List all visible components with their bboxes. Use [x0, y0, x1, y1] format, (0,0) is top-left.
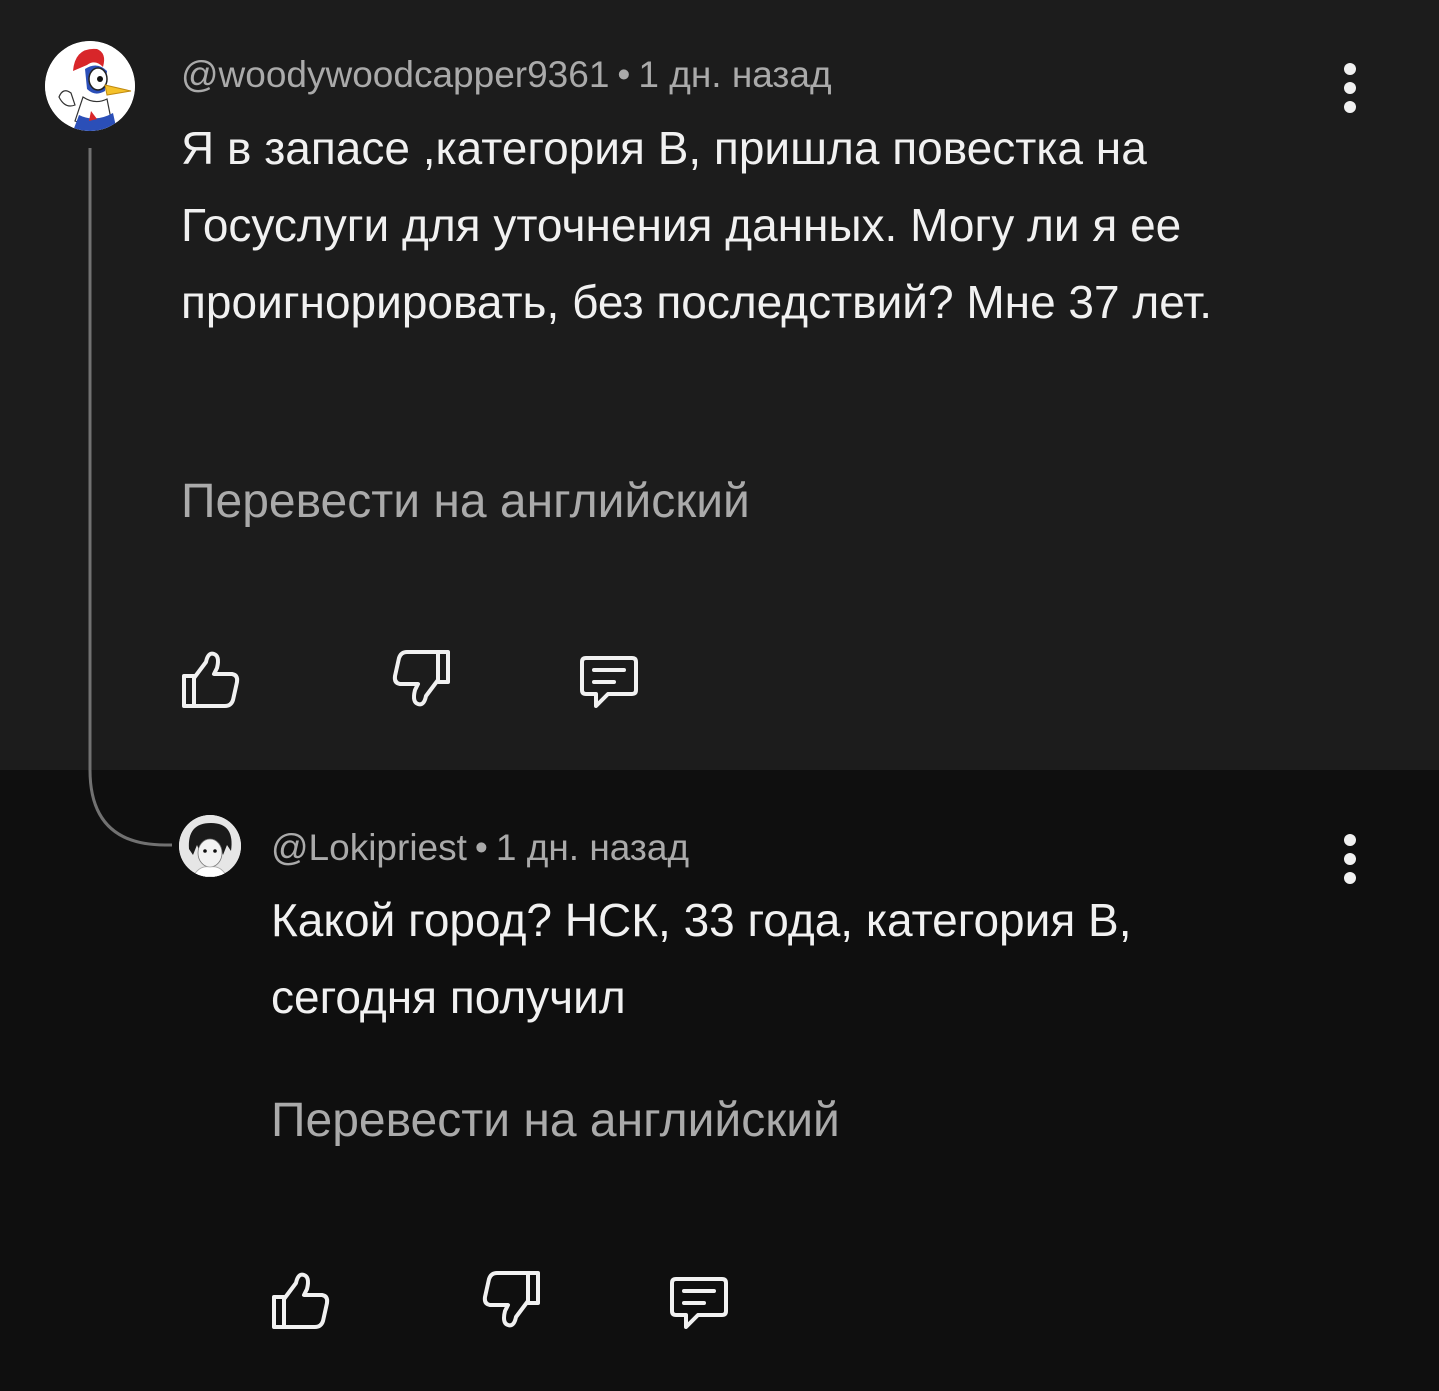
translate-link[interactable]: Перевести на английский: [271, 1097, 840, 1145]
timestamp: 1 дн. назад: [495, 827, 690, 868]
reply-icon: [580, 656, 638, 708]
comment-header: @woodywoodcapper9361 • 1 дн. назад: [181, 56, 832, 93]
kebab-dot-icon: [1344, 101, 1356, 113]
thumbs-up-icon: [182, 651, 240, 708]
woody-woodpecker-avatar-icon: [45, 41, 135, 131]
comment-header: @Lokipriest • 1 дн. назад: [271, 829, 689, 866]
like-button[interactable]: [176, 644, 246, 714]
separator-dot: •: [617, 54, 631, 95]
comment-text: Я в запасе ,категория В, пришла повестка…: [181, 122, 1213, 328]
like-button[interactable]: [266, 1265, 336, 1335]
translate-link[interactable]: Перевести на английский: [181, 478, 750, 526]
reply-button[interactable]: [664, 1265, 734, 1335]
kebab-dot-icon: [1344, 82, 1356, 94]
author-name[interactable]: @Lokipriest: [271, 827, 467, 868]
more-options-button[interactable]: [1330, 58, 1370, 118]
thumbs-up-icon: [272, 1272, 330, 1329]
reply-button[interactable]: [574, 644, 644, 714]
thumbs-down-icon: [392, 650, 450, 707]
kebab-dot-icon: [1344, 853, 1356, 865]
avatar[interactable]: [45, 41, 135, 131]
timestamp: 1 дн. назад: [638, 54, 832, 95]
separator-dot: •: [474, 827, 488, 868]
kebab-dot-icon: [1344, 872, 1356, 884]
avatar[interactable]: [179, 815, 241, 877]
more-options-button[interactable]: [1330, 829, 1370, 889]
dislike-button[interactable]: [476, 1265, 546, 1335]
comment-text: Какой город? НСК, 33 года, категория В, …: [271, 894, 1132, 1023]
thumbs-down-icon: [482, 1271, 540, 1328]
kebab-dot-icon: [1344, 63, 1356, 75]
reply-icon: [670, 1277, 728, 1329]
anime-character-avatar-icon: [179, 815, 241, 877]
dislike-button[interactable]: [386, 644, 456, 714]
kebab-dot-icon: [1344, 834, 1356, 846]
author-name[interactable]: @woodywoodcapper9361: [181, 54, 609, 95]
